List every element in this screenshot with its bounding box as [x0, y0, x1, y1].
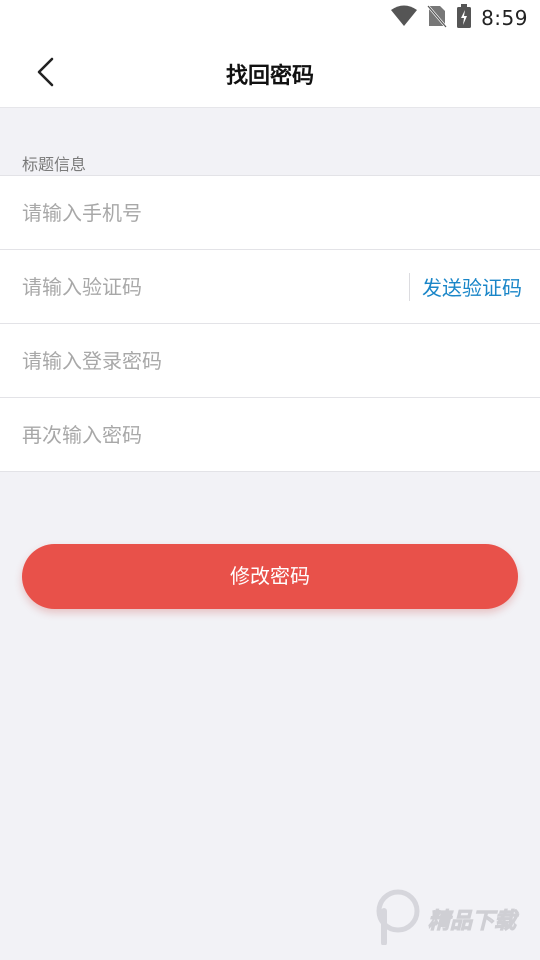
battery-charging-icon [457, 4, 472, 32]
watermark: 精品下载 [374, 886, 534, 952]
password-input[interactable] [0, 324, 540, 397]
confirm-password-input[interactable] [0, 398, 540, 471]
reset-password-form: 发送验证码 [0, 175, 540, 472]
status-bar: 8:59 [0, 0, 540, 36]
navigation-bar: 找回密码 [0, 36, 540, 108]
password-row [0, 324, 540, 398]
confirm-password-row [0, 398, 540, 472]
phone-row [0, 176, 540, 250]
status-time: 8:59 [481, 6, 528, 30]
wifi-icon [391, 5, 418, 31]
p-logo-icon [374, 889, 422, 949]
send-code-button[interactable]: 发送验证码 [422, 272, 522, 301]
no-sim-icon [427, 4, 448, 32]
watermark-text: 精品下载 [427, 909, 517, 935]
verification-code-input[interactable] [0, 250, 409, 323]
divider [409, 272, 410, 301]
status-icons: 8:59 [391, 4, 528, 32]
section-label: 标题信息 [22, 155, 87, 174]
page-title: 找回密码 [225, 64, 314, 89]
change-password-button[interactable]: 修改密码 [22, 544, 518, 609]
verification-code-row: 发送验证码 [0, 250, 540, 324]
phone-input[interactable] [0, 176, 540, 249]
